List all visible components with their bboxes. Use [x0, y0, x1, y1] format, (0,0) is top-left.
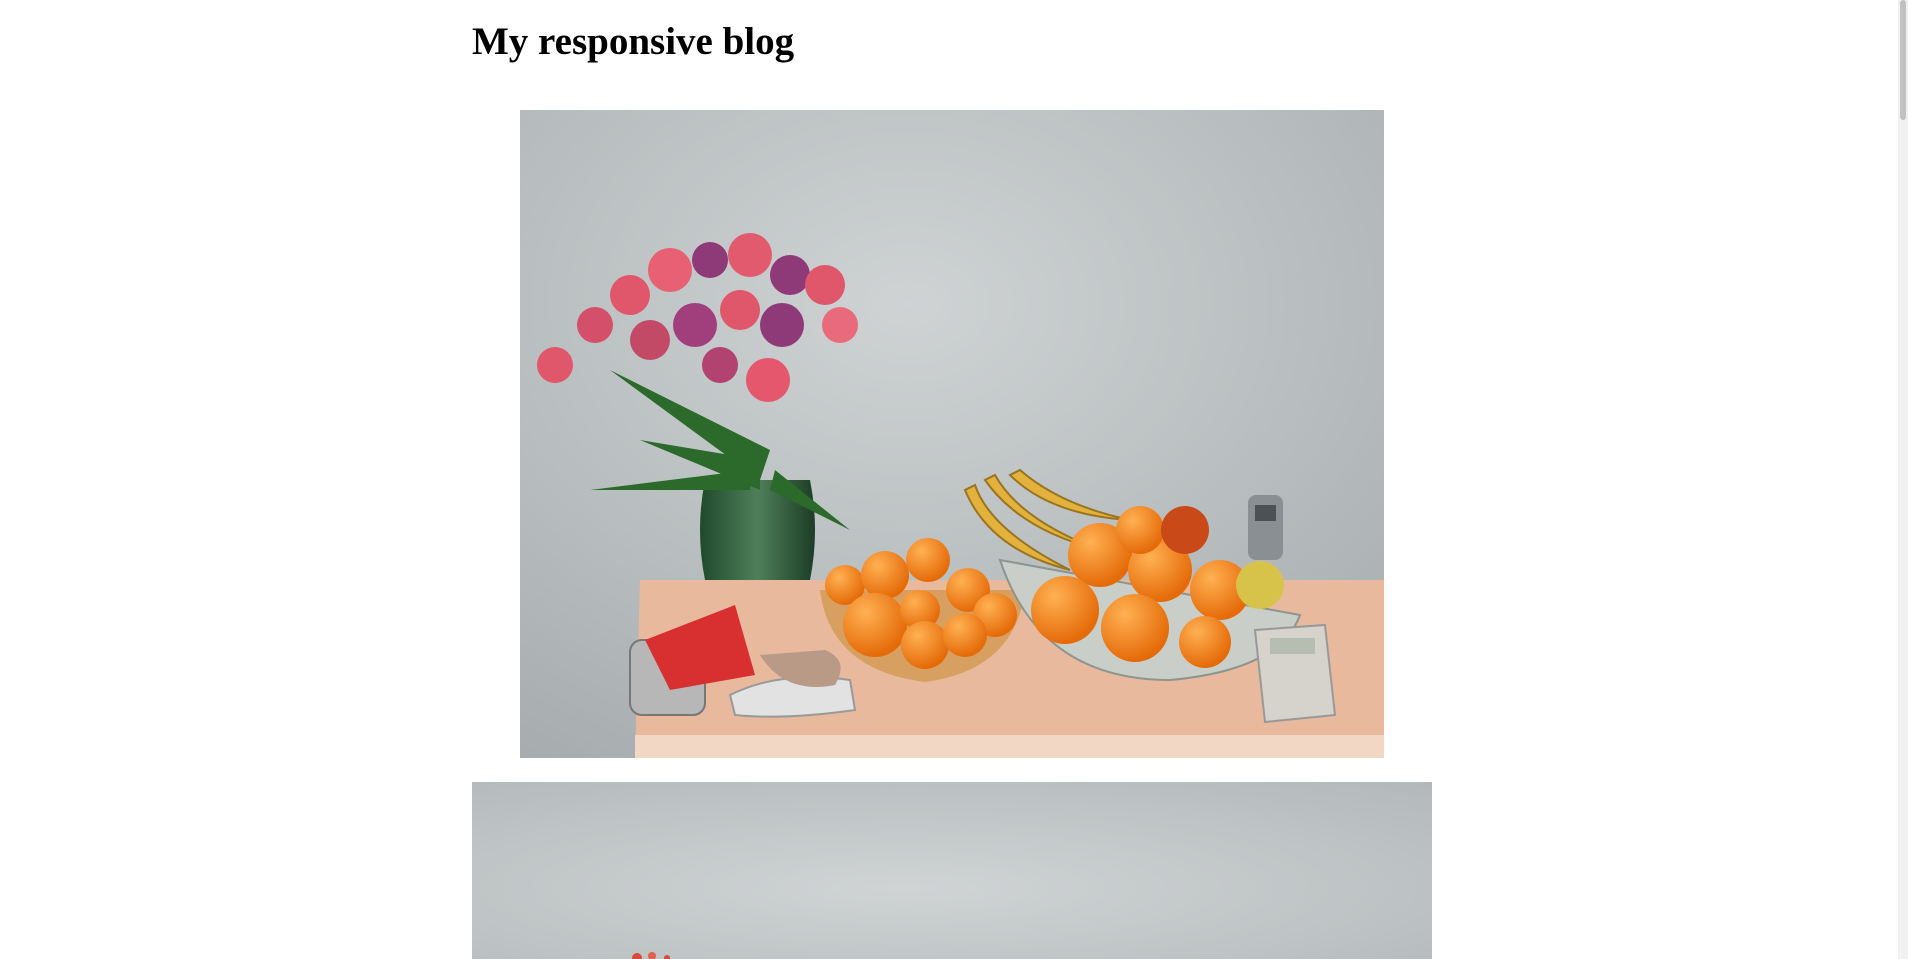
still-life-illustration-large	[472, 782, 1432, 959]
still-life-photo	[520, 110, 1384, 758]
still-life-illustration	[520, 110, 1384, 758]
scrollbar-thumb[interactable]	[1900, 0, 1906, 120]
still-life-photo-large	[472, 782, 1432, 959]
page-scrollbar[interactable]	[1898, 0, 1908, 959]
page-title: My responsive blog	[472, 20, 795, 63]
